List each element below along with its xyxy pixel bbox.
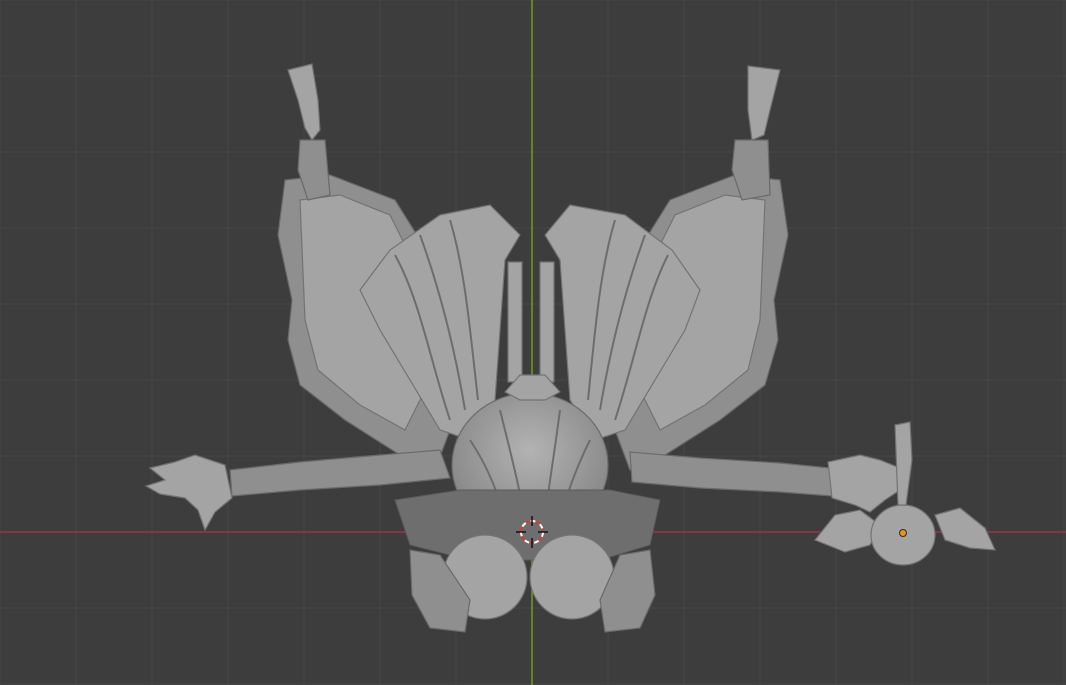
object-origin-dot xyxy=(899,529,907,537)
right-arm xyxy=(629,451,833,497)
bird-wing-right xyxy=(934,507,996,551)
back-fin-left xyxy=(507,261,523,383)
back-fin-right xyxy=(539,261,555,383)
bird-tail xyxy=(894,421,913,506)
right-hand xyxy=(827,454,906,513)
viewport-canvas[interactable] xyxy=(0,0,1066,685)
left-hand xyxy=(144,454,233,532)
character-model[interactable] xyxy=(144,63,906,633)
right-antenna xyxy=(747,65,781,141)
bird-wing-left xyxy=(814,509,881,553)
left-arm xyxy=(229,449,451,497)
3d-viewport[interactable] xyxy=(0,0,1066,685)
torso-base xyxy=(394,489,661,561)
